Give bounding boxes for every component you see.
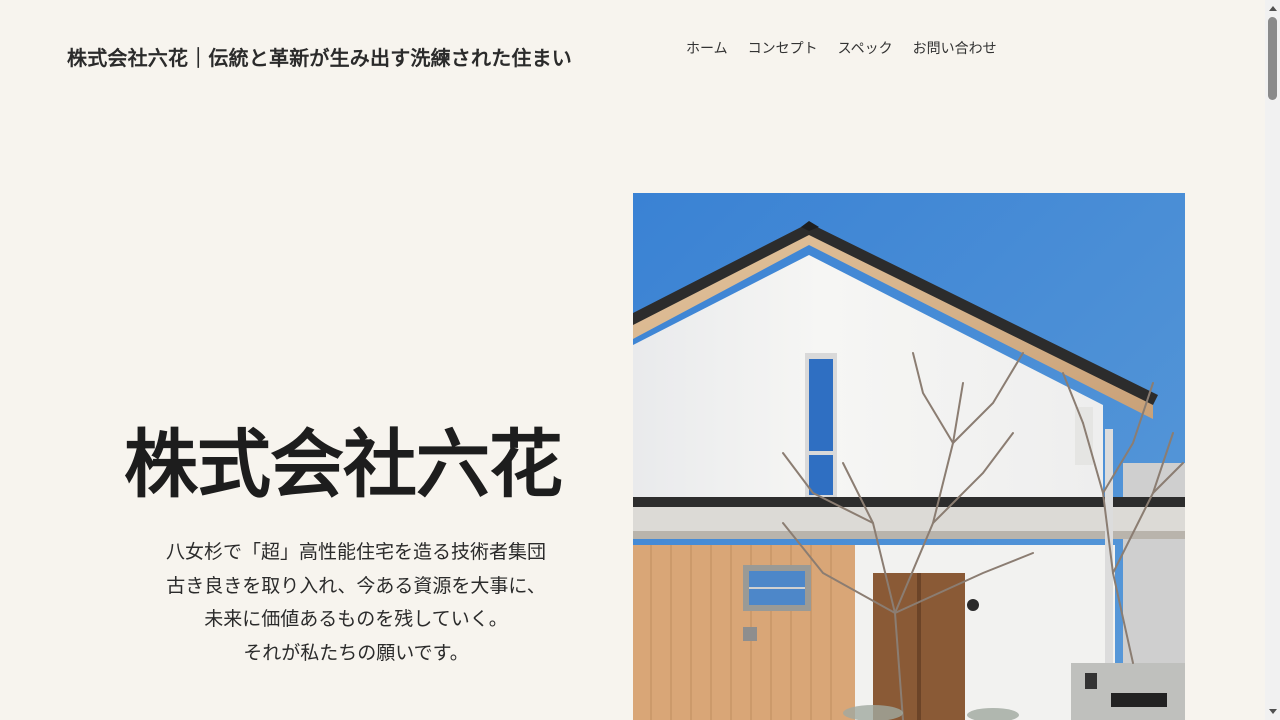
house-photo — [633, 193, 1185, 720]
scrollbar[interactable] — [1265, 0, 1280, 720]
hero-line: 古き良きを取り入れ、今ある資源を大事に、 — [166, 574, 546, 597]
nav-contact[interactable]: お問い合わせ — [913, 38, 997, 58]
scroll-down-icon[interactable] — [1269, 709, 1277, 714]
nav-spec[interactable]: スペック — [838, 38, 893, 58]
nav-home[interactable]: ホーム — [686, 38, 728, 58]
page: 株式会社六花｜伝統と革新が生み出す洗練された住まい ホーム コンセプト スペック… — [0, 0, 1280, 720]
hero-line: 未来に価値あるものを残していく。 — [204, 608, 508, 630]
hero-tagline: 八女杉で「超」高性能住宅を造る技術者集団 古き良きを取り入れ、今ある資源を大事に… — [100, 536, 612, 670]
hero-line: 八女杉で「超」高性能住宅を造る技術者集団 — [165, 541, 546, 563]
nav-concept[interactable]: コンセプト — [748, 38, 818, 58]
hero-title: 株式会社六花 — [124, 422, 563, 508]
main-nav: ホーム コンセプト スペック お問い合わせ — [686, 38, 1017, 58]
scroll-up-icon[interactable] — [1269, 6, 1277, 11]
scroll-thumb[interactable] — [1268, 17, 1277, 100]
site-title[interactable]: 株式会社六花｜伝統と革新が生み出す洗練された住まい — [67, 42, 572, 71]
hero-line: それが私たちの願いです。 — [243, 641, 469, 664]
